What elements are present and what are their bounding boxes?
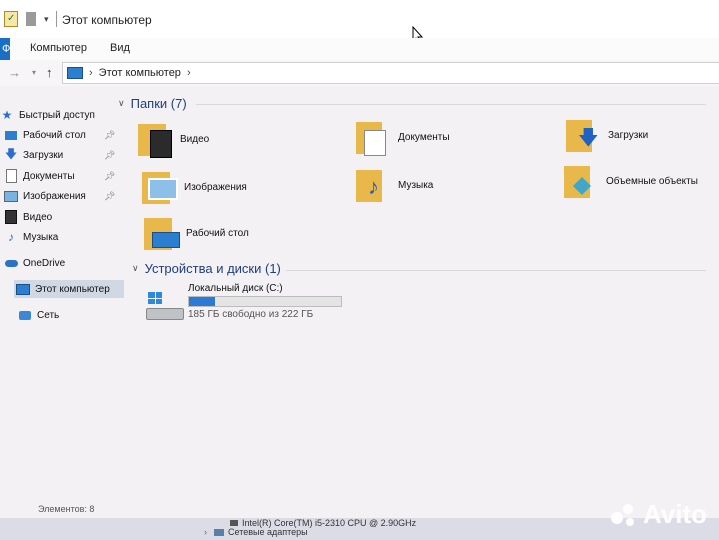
- pin-icon[interactable]: 📌︎: [104, 171, 115, 182]
- cloud-icon: [4, 256, 18, 270]
- sidebar-item-music[interactable]: ♪ Музыка: [4, 228, 58, 246]
- sidebar-item-label: Документы: [23, 170, 75, 182]
- folder-videos[interactable]: Видео: [138, 120, 209, 158]
- expand-chevron-icon[interactable]: ›: [204, 527, 207, 537]
- avito-text: Avito: [642, 499, 707, 529]
- sidebar-item-label: Рабочий стол: [23, 129, 86, 141]
- sidebar-item-quick-access[interactable]: ★ Быстрый доступ: [0, 106, 95, 124]
- quick-access-dropdown-icon[interactable]: ▾: [44, 14, 49, 25]
- forward-arrow-icon[interactable]: →: [8, 65, 21, 80]
- tab-computer[interactable]: Компьютер: [30, 42, 87, 54]
- star-icon: ★: [1, 108, 13, 122]
- folder-label: Изображения: [184, 181, 247, 193]
- downloads-folder-icon: 🡇: [566, 116, 602, 154]
- documents-folder-icon: [356, 118, 392, 156]
- video-icon: [4, 210, 18, 224]
- tab-view[interactable]: Вид: [110, 42, 130, 54]
- sidebar-item-this-pc[interactable]: Этот компьютер: [14, 280, 124, 298]
- folder-label: Объемные объекты: [606, 175, 698, 187]
- title-separator: [56, 11, 57, 27]
- new-folder-icon[interactable]: [26, 12, 36, 26]
- group-title: Папки (7): [130, 96, 187, 111]
- sidebar-item-pictures[interactable]: Изображения: [4, 187, 86, 205]
- sidebar-item-label: Музыка: [23, 231, 59, 243]
- drive-label: Локальный диск (C:): [188, 283, 283, 294]
- folders-group-header[interactable]: ∨ Папки (7): [118, 96, 187, 111]
- devices-group-header[interactable]: ∨ Устройства и диски (1): [132, 261, 281, 276]
- sidebar-item-videos[interactable]: Видео: [4, 208, 52, 226]
- video-folder-icon: [138, 120, 174, 158]
- title-bar: ✓ ▾ Этот компьютер: [0, 0, 719, 44]
- recent-locations-chevron-icon[interactable]: ▾: [32, 68, 36, 77]
- explorer-window: ✓ ▾ Этот компьютер Фл Компьютер Вид → ▾ …: [0, 0, 719, 518]
- folder-documents[interactable]: Документы: [356, 118, 450, 156]
- sidebar-item-label: Быстрый доступ: [19, 109, 95, 121]
- pictures-folder-icon: [142, 168, 178, 206]
- sidebar-item-documents[interactable]: Документы: [4, 167, 75, 185]
- sidebar-item-onedrive[interactable]: OneDrive: [4, 254, 65, 272]
- avito-watermark: Avito: [610, 499, 707, 530]
- drive-free-space: 185 ГБ свободно из 222 ГБ: [188, 309, 314, 320]
- drive-usage-bar: [188, 296, 342, 307]
- desktop-icon: [4, 128, 18, 142]
- sidebar-item-network[interactable]: Сеть: [18, 306, 59, 324]
- image-icon: [4, 189, 18, 203]
- download-icon: 🡇: [4, 146, 18, 161]
- group-title: Устройства и диски (1): [144, 261, 281, 276]
- status-bar-item-count: Элементов: 8: [38, 504, 95, 514]
- pin-icon[interactable]: 📌︎: [104, 191, 115, 202]
- desktop-folder-icon: [144, 214, 180, 252]
- sidebar-item-label: Загрузки: [23, 149, 64, 161]
- sidebar-item-downloads[interactable]: 🡇 Загрузки: [4, 146, 63, 164]
- folder-3d-objects[interactable]: Объемные объекты: [564, 162, 698, 200]
- window-title: Этот компьютер: [62, 13, 152, 27]
- folder-pictures[interactable]: Изображения: [142, 168, 247, 206]
- avito-logo-icon: [610, 502, 637, 528]
- ribbon: Фл Компьютер Вид: [0, 38, 719, 61]
- network-adapters-item[interactable]: Сетевые адаптеры: [228, 527, 308, 537]
- address-bar[interactable]: › Этот компьютер ›: [62, 62, 719, 84]
- sidebar-item-label: Этот компьютер: [35, 283, 110, 295]
- navigation-pane: ★ Быстрый доступ Рабочий стол 📌︎ 🡇 Загру…: [0, 100, 124, 500]
- collapse-chevron-icon[interactable]: ∨: [132, 263, 139, 274]
- group-divider: [286, 270, 706, 271]
- folder-label: Документы: [398, 131, 450, 143]
- network-icon: [18, 308, 32, 322]
- music-icon: ♪: [8, 230, 14, 244]
- collapse-chevron-icon[interactable]: ∨: [118, 98, 125, 109]
- breadcrumb-chevron-icon[interactable]: ›: [187, 67, 191, 79]
- chip-icon: [230, 520, 238, 526]
- network-adapter-icon: [214, 529, 224, 536]
- breadcrumb-chevron-icon[interactable]: ›: [89, 67, 93, 79]
- up-arrow-icon[interactable]: ↑: [46, 65, 53, 80]
- folder-label: Видео: [180, 133, 210, 145]
- folder-label: Рабочий стол: [186, 227, 249, 239]
- 3d-objects-folder-icon: [564, 162, 600, 200]
- folder-label: Музыка: [398, 179, 434, 191]
- sidebar-item-label: Изображения: [23, 190, 86, 202]
- folder-music[interactable]: ♪ Музыка: [356, 166, 433, 204]
- sidebar-item-desktop[interactable]: Рабочий стол: [4, 126, 86, 144]
- sidebar-item-label: OneDrive: [23, 257, 66, 269]
- hard-drive-icon: [146, 292, 184, 322]
- navigation-bar: → ▾ ↑ › Этот компьютер ›: [0, 60, 719, 86]
- folder-downloads[interactable]: 🡇 Загрузки: [566, 116, 648, 154]
- computer-icon: [16, 282, 30, 296]
- document-icon: [4, 169, 18, 183]
- computer-icon: [67, 67, 83, 79]
- pin-icon[interactable]: 📌︎: [104, 130, 115, 141]
- folder-desktop[interactable]: Рабочий стол: [144, 214, 249, 252]
- sidebar-item-label: Сеть: [37, 309, 60, 321]
- music-folder-icon: ♪: [356, 166, 392, 204]
- sidebar-item-label: Видео: [23, 211, 53, 223]
- group-divider: [196, 104, 706, 105]
- quick-access-toolbar: ✓ ▾: [4, 10, 49, 28]
- breadcrumb-this-pc[interactable]: Этот компьютер: [99, 67, 181, 79]
- tab-file[interactable]: Фл: [0, 38, 10, 60]
- drive-usage-fill: [189, 297, 215, 306]
- drive-local-c[interactable]: Локальный диск (C:) 185 ГБ свободно из 2…: [146, 282, 366, 322]
- pin-icon[interactable]: 📌︎: [104, 150, 115, 161]
- properties-icon[interactable]: ✓: [4, 11, 18, 27]
- folder-label: Загрузки: [608, 129, 649, 141]
